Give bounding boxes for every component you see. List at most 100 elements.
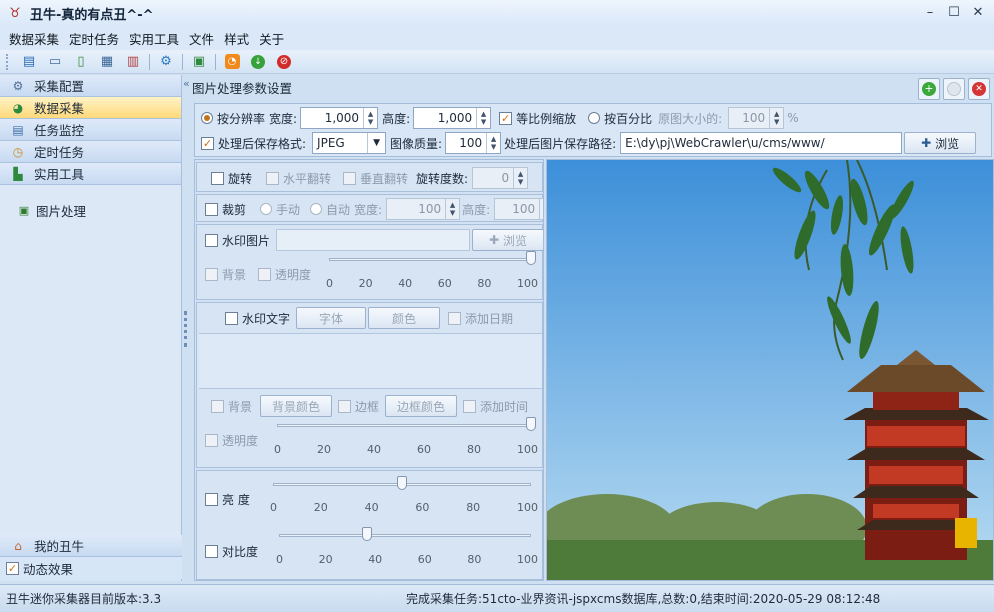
radio-by-resolution[interactable] (201, 112, 213, 124)
crop-checkbox[interactable] (205, 202, 218, 216)
width-stepper[interactable]: 1,000 ▲ ▼ (300, 107, 379, 129)
menu-scheduled-tasks[interactable]: 定时任务 (64, 29, 124, 48)
text-opacity-checkbox[interactable] (205, 434, 218, 447)
format-select[interactable]: JPEG ▼ (312, 132, 387, 154)
height-stepper[interactable]: 1,000 ▲ ▼ (413, 107, 492, 129)
color-button[interactable]: 颜色 (368, 307, 441, 329)
chevron-down-icon[interactable]: ▼ (367, 133, 385, 153)
slider-ticks: 0 20 40 60 80 100 (270, 501, 538, 514)
dynamic-effects-toggle[interactable]: ✓ 动态效果 (0, 557, 182, 579)
menu-utilities[interactable]: 实用工具 (124, 29, 184, 48)
save-path-input[interactable]: E:\dy\pj\WebCrawler\u/cms/www/ (620, 132, 903, 154)
bg-color-button[interactable]: 背景颜色 (260, 395, 333, 417)
watermark-image-checkbox[interactable] (205, 233, 218, 247)
brightness-checkbox[interactable] (205, 493, 218, 506)
radio-manual[interactable] (260, 203, 273, 215)
slider-thumb[interactable] (362, 527, 373, 541)
sidebar-item-utilities[interactable]: ▙ 实用工具 (0, 163, 181, 185)
collapse-chevron-icon[interactable]: « (183, 77, 190, 90)
percent-value[interactable]: 100 (729, 111, 769, 125)
list-item-image-processing[interactable]: ▣ 图片处理 (16, 201, 181, 220)
rotate-checkbox[interactable] (211, 171, 224, 185)
crop-width-value[interactable]: 100 (387, 202, 445, 216)
sidebar-item-task-monitor[interactable]: ▤ 任务监控 (0, 119, 181, 141)
sidebar-item-scheduled-tasks[interactable]: ◷ 定时任务 (0, 141, 181, 163)
spin-arrows-icon[interactable]: ▲▼ (769, 108, 783, 128)
spin-arrows-icon[interactable]: ▲▼ (539, 199, 543, 219)
image-icon[interactable]: ▣ (189, 52, 209, 72)
crop-height-value[interactable]: 100 (495, 202, 539, 216)
watermark-browse-button[interactable]: ✚ 浏览 (472, 229, 543, 251)
new-task-icon[interactable]: ▤ (19, 52, 39, 72)
settings-icon[interactable]: ⚙ (156, 52, 176, 72)
import-icon[interactable]: ▭ (45, 52, 65, 72)
text-bg-checkbox[interactable] (211, 399, 224, 413)
width-value[interactable]: 1,000 (301, 111, 363, 125)
spin-arrows-icon[interactable]: ▲▼ (513, 168, 527, 188)
border-color-button[interactable]: 边框颜色 (385, 395, 458, 417)
panel-splitter[interactable]: « (183, 75, 191, 581)
close-icon[interactable]: ✕ (968, 2, 988, 22)
toolbar-grip[interactable] (6, 53, 10, 70)
font-button[interactable]: 字体 (296, 307, 367, 329)
menu-style[interactable]: 样式 (219, 29, 254, 48)
add-button[interactable]: + (918, 78, 940, 100)
database-icon[interactable]: ▦ (97, 52, 117, 72)
proportional-label: 等比例缩放 (516, 111, 577, 126)
rss-icon[interactable]: ◔ (222, 52, 242, 72)
browse-path-button[interactable]: ✚ 浏览 (904, 132, 977, 154)
watermark-image-path-input[interactable] (276, 229, 471, 251)
height-value[interactable]: 1,000 (414, 111, 476, 125)
spin-arrows-icon[interactable]: ▲▼ (476, 108, 490, 128)
slider-thumb[interactable] (397, 476, 407, 490)
stop-icon[interactable]: ⊘ (274, 52, 294, 72)
spin-arrows-icon[interactable]: ▲▼ (445, 199, 459, 219)
sidebar-item-collection-config[interactable]: ⚙ 采集配置 (0, 75, 181, 97)
watermark-image-opacity-slider[interactable] (329, 251, 536, 267)
watermark-text-opacity-slider[interactable] (277, 417, 536, 433)
maximize-icon[interactable]: ☐ (944, 2, 964, 22)
save-icon[interactable]: ▥ (123, 52, 143, 72)
contrast-slider[interactable] (279, 527, 531, 543)
close-panel-button[interactable]: ✕ (968, 78, 990, 100)
start-icon[interactable]: ↓ (248, 52, 268, 72)
bg-label: 背景 (228, 399, 253, 414)
checkbox-checked[interactable]: ✓ (6, 561, 19, 575)
contrast-checkbox[interactable] (205, 545, 218, 558)
brightness-slider[interactable] (273, 476, 531, 492)
image-preview[interactable] (546, 159, 994, 581)
add-date-checkbox[interactable] (448, 311, 462, 325)
sidebar-item-data-collection[interactable]: ◕ 数据采集 (0, 97, 181, 119)
splitter-grip[interactable] (184, 311, 188, 347)
proportional-checkbox[interactable]: ✓ (499, 111, 513, 125)
slider-thumb[interactable] (526, 251, 536, 265)
spin-arrows-icon[interactable]: ▲▼ (363, 108, 377, 128)
watermark-bg-checkbox[interactable] (205, 268, 218, 281)
degree-value[interactable]: 0 (473, 171, 513, 185)
degree-stepper[interactable]: 0 ▲ ▼ (472, 167, 529, 189)
quality-stepper[interactable]: 100 ▲ ▼ (445, 132, 502, 154)
radio-by-percent[interactable] (588, 112, 601, 124)
menu-about[interactable]: 关于 (254, 29, 289, 48)
crop-height-stepper[interactable]: 100 ▲▼ (494, 198, 543, 220)
menu-data-collection[interactable]: 数据采集 (4, 29, 64, 48)
watermark-text-checkbox[interactable] (225, 311, 238, 325)
watermark-text-input[interactable] (199, 333, 542, 389)
radio-auto[interactable] (310, 203, 323, 215)
watermark-opacity-checkbox[interactable] (258, 268, 272, 281)
add-time-checkbox[interactable] (463, 399, 477, 413)
quality-value[interactable]: 100 (446, 136, 486, 150)
sidebar-item-my-chouniu[interactable]: ⌂ 我的丑牛 (0, 535, 182, 557)
export-icon[interactable]: ▯ (71, 52, 91, 72)
slider-thumb[interactable] (526, 417, 536, 431)
vflip-checkbox[interactable] (343, 171, 357, 185)
minimize-icon[interactable]: – (920, 2, 940, 22)
hflip-checkbox[interactable] (266, 171, 280, 185)
disabled-button[interactable] (943, 78, 965, 100)
menu-file[interactable]: 文件 (184, 29, 219, 48)
crop-width-stepper[interactable]: 100 ▲ ▼ (386, 198, 461, 220)
border-checkbox[interactable] (338, 399, 352, 413)
save-format-checkbox[interactable]: ✓ (201, 136, 214, 150)
percent-stepper[interactable]: 100 ▲ ▼ (728, 107, 785, 129)
spin-arrows-icon[interactable]: ▲▼ (486, 133, 500, 153)
